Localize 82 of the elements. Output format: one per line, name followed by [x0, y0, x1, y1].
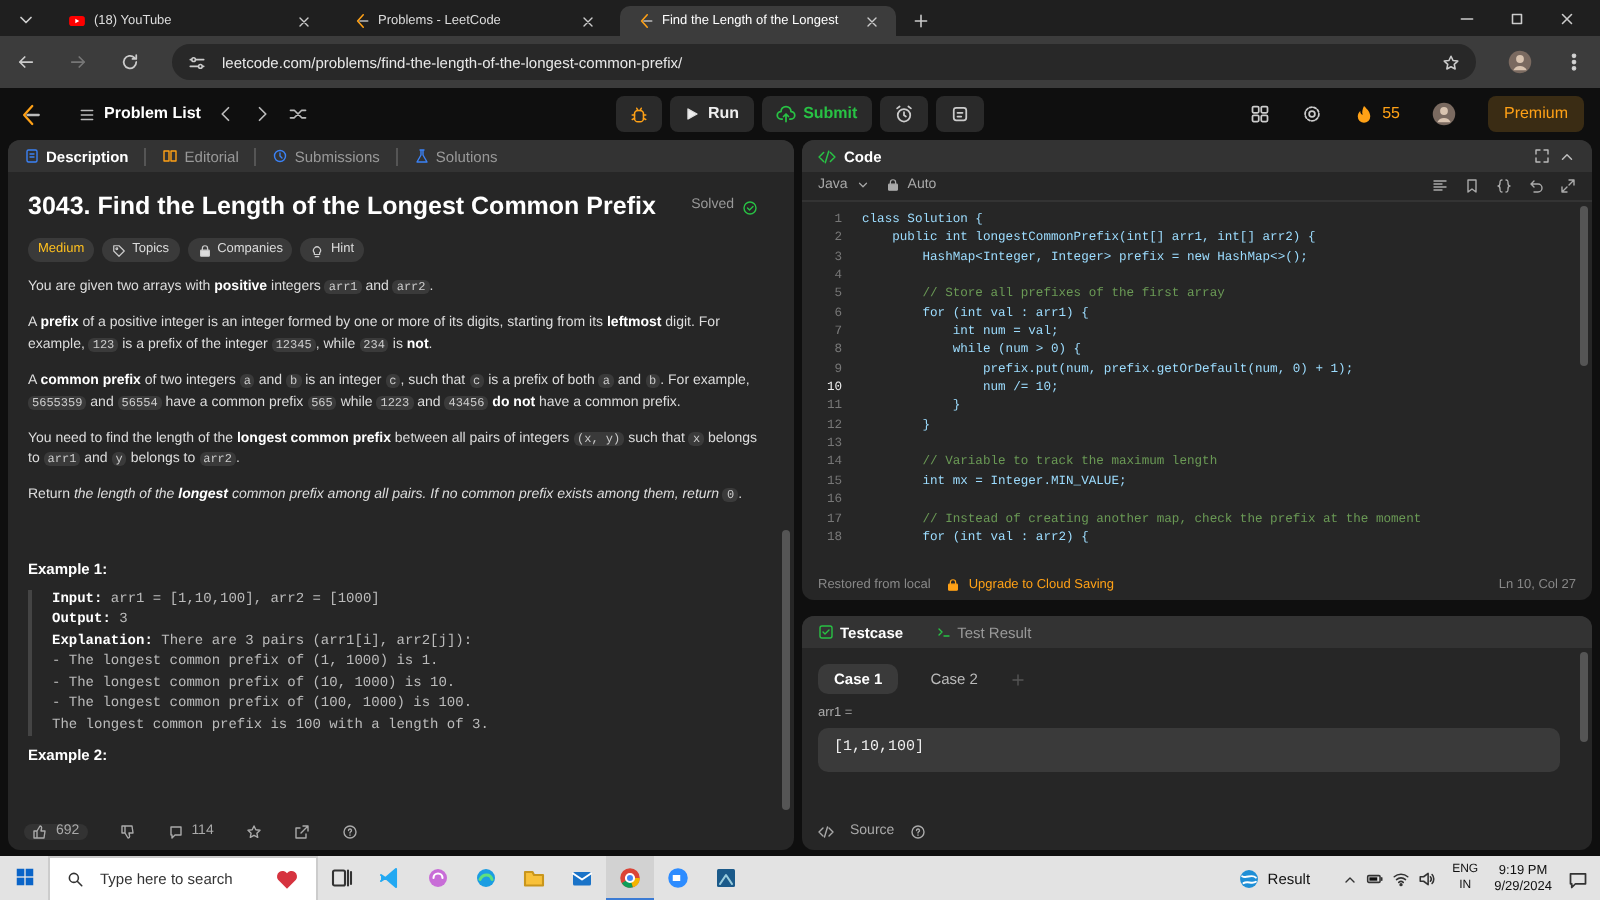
ribbon-icon: [378, 865, 402, 889]
layout-grid-icon[interactable]: [1250, 104, 1271, 124]
settings-icon[interactable]: [1302, 104, 1323, 124]
start-icon[interactable]: [13, 866, 35, 888]
scrollbar-thumb[interactable]: [1580, 206, 1588, 366]
timer-button[interactable]: [879, 96, 928, 132]
flame-icon: [1354, 104, 1375, 124]
ring-icon: [618, 865, 642, 889]
code-icon: [818, 824, 834, 840]
help-icon[interactable]: [910, 824, 927, 840]
close-icon[interactable]: [864, 13, 880, 29]
reload-icon[interactable]: [120, 52, 140, 72]
close-icon[interactable]: [296, 13, 312, 29]
close-icon[interactable]: [1558, 10, 1576, 28]
streak-count: 55: [1382, 104, 1400, 124]
terminal-icon: [935, 624, 952, 640]
thumbs-up-icon: [32, 823, 48, 840]
swirl-icon: [426, 865, 450, 889]
square-app-icon: [714, 865, 738, 889]
format-icon[interactable]: [1432, 178, 1448, 194]
run-button[interactable]: Run: [670, 96, 754, 132]
search-icon: [66, 870, 84, 888]
profile-avatar-icon[interactable]: [1508, 50, 1532, 74]
heart-icon: [274, 866, 300, 892]
play-icon: [684, 106, 700, 122]
maximize-icon[interactable]: [1508, 10, 1526, 28]
code-icon: [818, 147, 836, 165]
problem-title: 3043. Find the Length of the Longest Common Prefix: [28, 190, 656, 224]
forward-icon[interactable]: [68, 52, 88, 72]
problem-list-link[interactable]: Problem List: [78, 104, 201, 124]
book-icon: [162, 148, 179, 164]
check-circle-icon: [742, 199, 758, 216]
reset-icon[interactable]: [1528, 178, 1544, 194]
lightbulb-icon: [310, 243, 325, 258]
clock-icon: [272, 148, 289, 164]
notifications-icon[interactable]: [1568, 869, 1588, 889]
checkbox-icon: [818, 624, 834, 640]
site-settings-icon[interactable]: [188, 53, 206, 71]
new-tab-icon[interactable]: [912, 12, 930, 30]
fullscreen-icon[interactable]: [1534, 148, 1550, 164]
task-view-icon: [330, 865, 354, 889]
debug-button[interactable]: [616, 96, 662, 132]
folder-icon: [522, 865, 546, 889]
lock-icon: [885, 178, 900, 193]
scrollbar-thumb[interactable]: [1580, 652, 1588, 742]
list-icon: [78, 105, 96, 123]
chevron-down-icon: [855, 178, 870, 193]
expand-icon[interactable]: [1560, 178, 1576, 194]
shuffle-icon[interactable]: [288, 104, 309, 124]
notes-button[interactable]: [935, 96, 984, 132]
premium-button[interactable]: Premium: [1487, 96, 1584, 132]
wave-icon: [474, 865, 498, 889]
scrollbar-thumb[interactable]: [782, 530, 790, 810]
battery-icon[interactable]: [1366, 870, 1385, 888]
close-icon[interactable]: [580, 13, 596, 29]
round-app-icon: [666, 865, 690, 889]
lock-icon: [197, 243, 212, 258]
bug-icon: [630, 105, 648, 123]
comment-icon: [167, 823, 184, 840]
share-icon[interactable]: [293, 824, 310, 840]
bookmark-icon[interactable]: [1464, 178, 1480, 194]
speaker-icon[interactable]: [1418, 870, 1437, 888]
lock-icon: [946, 578, 961, 593]
avatar-icon[interactable]: [1431, 102, 1456, 126]
thumbs-down-icon[interactable]: [119, 824, 136, 840]
globe-icon: [1237, 868, 1260, 890]
leetcode-logo-icon: [352, 12, 370, 30]
braces-icon[interactable]: [1496, 178, 1512, 194]
help-icon[interactable]: [341, 824, 358, 840]
document-icon: [24, 148, 40, 164]
alarm-clock-icon: [893, 104, 914, 124]
note-icon: [949, 104, 970, 124]
cloud-upload-icon: [775, 104, 796, 124]
bookmark-star-icon[interactable]: [1442, 53, 1460, 71]
play-logo-icon: [68, 12, 86, 30]
star-icon[interactable]: [245, 824, 262, 840]
leetcode-logo-icon: [636, 12, 654, 30]
flask-icon: [413, 148, 430, 164]
submit-button[interactable]: Submit: [761, 96, 872, 132]
back-icon[interactable]: [16, 52, 36, 72]
tag-icon: [112, 243, 127, 258]
wifi-icon[interactable]: [1392, 870, 1411, 888]
